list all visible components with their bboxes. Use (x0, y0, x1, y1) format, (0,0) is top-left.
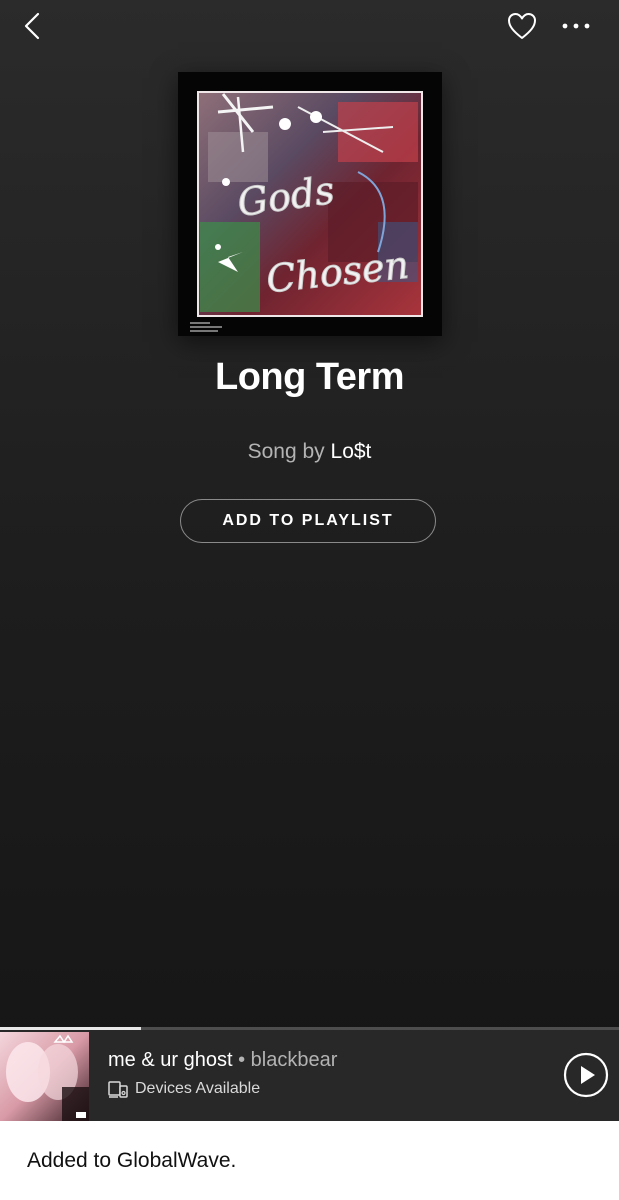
toast-notification: Added to GlobalWave. (0, 1121, 619, 1200)
toast-message: Added to GlobalWave. (27, 1149, 237, 1172)
devices-available-label: Devices Available (135, 1080, 261, 1097)
artist-link[interactable]: Lo$t (331, 440, 372, 463)
track-title: Long Term (214, 356, 405, 398)
subtitle-prefix: Song by (247, 440, 325, 463)
heart-outline-icon (508, 13, 536, 39)
back-button[interactable] (14, 8, 50, 44)
chevron-left-icon (24, 12, 40, 40)
playback-progress-fill (0, 1027, 141, 1030)
top-bar (0, 0, 619, 56)
more-options-button[interactable] (556, 8, 596, 44)
song-screen: Gods Chosen Long Term Song by Lo$t ADD T… (0, 0, 619, 1200)
album-artwork: Gods Chosen (178, 72, 442, 336)
track-subtitle: Song by Lo$t (0, 440, 619, 464)
like-button[interactable] (502, 8, 542, 44)
mini-player[interactable]: me & ur ghost • blackbear Devices Availa… (0, 1027, 619, 1121)
now-playing-title-line: me & ur ghost • blackbear (108, 1049, 548, 1072)
devices-icon (108, 1080, 128, 1098)
play-button[interactable] (563, 1052, 609, 1098)
more-horizontal-icon (562, 23, 590, 29)
playback-progress-bar (0, 1027, 619, 1030)
add-to-playlist-button[interactable]: ADD TO PLAYLIST (180, 499, 436, 543)
now-playing-song: me & ur ghost (108, 1049, 233, 1071)
now-playing-separator: • (238, 1049, 246, 1071)
now-playing-artwork[interactable] (0, 1032, 89, 1121)
now-playing-info[interactable]: me & ur ghost • blackbear Devices Availa… (108, 1049, 548, 1098)
devices-available-button[interactable]: Devices Available (108, 1080, 548, 1098)
now-playing-artist: blackbear (250, 1049, 338, 1071)
play-circle-icon (563, 1052, 609, 1098)
